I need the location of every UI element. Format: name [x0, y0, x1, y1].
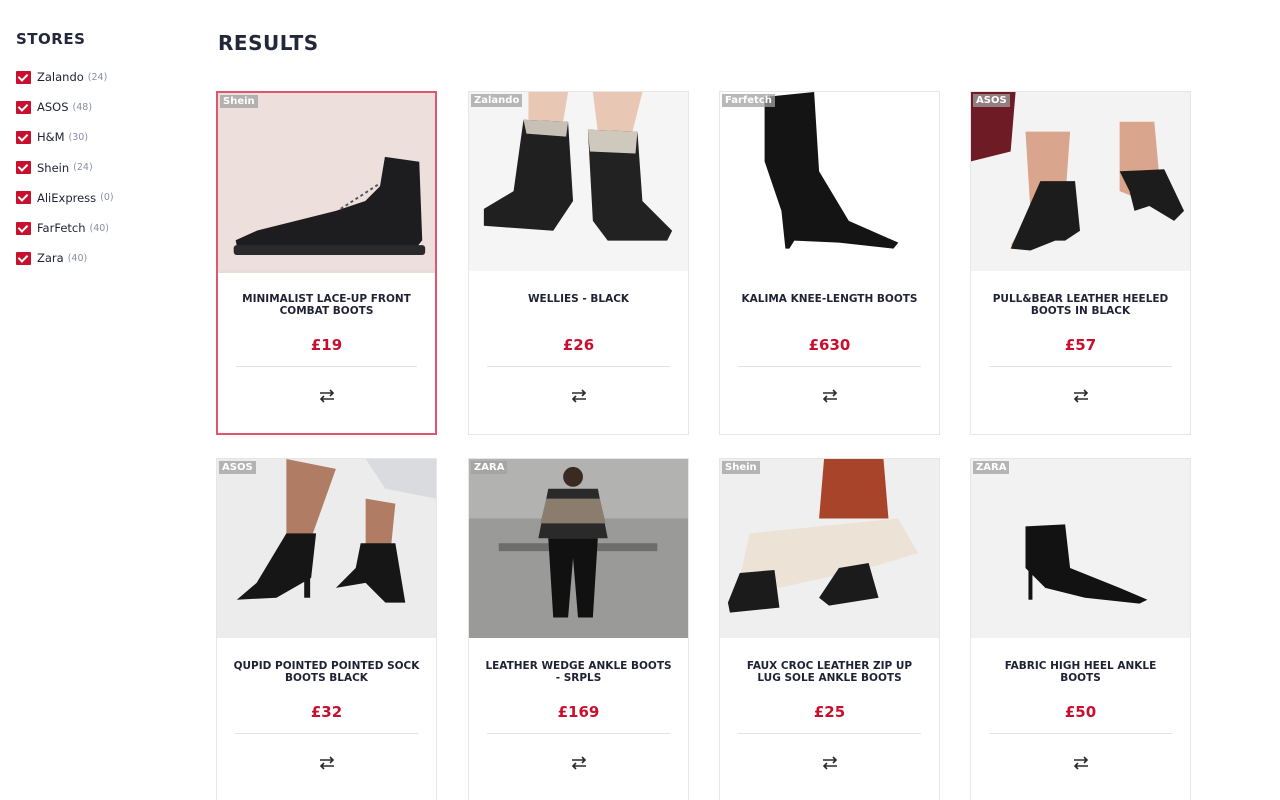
product-card[interactable]: Shein FAUX CROC LEATHER ZIP UP LUG SOLE … [719, 458, 940, 800]
store-count: (24) [87, 71, 108, 83]
product-image[interactable]: Farfetch [720, 92, 939, 273]
store-count: (40) [67, 252, 88, 264]
store-name: FarFetch [37, 221, 86, 236]
store-filter-shein[interactable]: Shein (24) [16, 153, 196, 183]
product-price: £50 [1064, 703, 1097, 721]
checkmark-icon[interactable] [16, 221, 31, 235]
store-filter-hm[interactable]: H&M (30) [16, 122, 196, 152]
card-divider [236, 366, 417, 367]
results-heading: RESULTS [218, 31, 319, 55]
store-name: H&M [37, 130, 65, 145]
compare-arrows-icon[interactable] [1072, 756, 1090, 770]
checkmark-icon[interactable] [16, 70, 31, 84]
store-badge: ASOS [219, 461, 256, 474]
sock-boot-image [217, 459, 436, 639]
product-price: £630 [808, 336, 851, 354]
product-price: £57 [1064, 336, 1097, 354]
checkmark-icon[interactable] [16, 130, 31, 144]
card-divider [235, 733, 418, 734]
store-name: Zalando [37, 70, 84, 85]
page: STORES Zalando (24) ASOS (48) H&M (30) S… [0, 0, 1280, 800]
store-badge: Zalando [471, 94, 523, 107]
compare-arrows-icon[interactable] [570, 389, 588, 403]
store-name: ASOS [37, 100, 69, 115]
checkmark-icon[interactable] [16, 161, 31, 175]
store-badge: Shein [722, 461, 760, 474]
product-image[interactable]: Shein [720, 459, 939, 640]
store-badge: ZARA [471, 461, 508, 474]
compare-arrows-icon[interactable] [821, 389, 839, 403]
compare-arrows-icon[interactable] [318, 389, 336, 403]
product-title[interactable]: FAUX CROC LEATHER ZIP UP LUG SOLE ANKLE … [734, 660, 925, 697]
store-filter-zalando[interactable]: Zalando (24) [16, 62, 196, 92]
wedge-boot-image [469, 459, 688, 639]
checkmark-icon[interactable] [16, 100, 31, 114]
checkmark-icon[interactable] [16, 251, 31, 265]
product-card[interactable]: Shein MINIMALIST LACE-UP FRONT COMBAT BO… [216, 91, 437, 435]
compare-arrows-icon[interactable] [318, 756, 336, 770]
product-price: £169 [557, 703, 600, 721]
card-divider [738, 733, 921, 734]
product-card[interactable]: ASOS PULL&BEAR LEATHER HEELED BOOTS IN B… [970, 91, 1191, 435]
store-count: (40) [89, 222, 110, 234]
wellies-image [469, 92, 688, 272]
store-name: Zara [37, 251, 64, 266]
fabric-heel-boot-image [971, 459, 1190, 639]
store-count: (24) [73, 162, 93, 174]
store-filter-zara[interactable]: Zara (40) [16, 243, 196, 273]
product-image[interactable]: ZARA [971, 459, 1190, 640]
store-badge: Farfetch [722, 94, 775, 107]
product-title[interactable]: WELLIES - BLACK [483, 293, 674, 330]
stores-heading: STORES [16, 30, 86, 48]
product-image[interactable]: ASOS [971, 92, 1190, 273]
compare-arrows-icon[interactable] [570, 756, 588, 770]
store-badge: Shein [220, 95, 258, 108]
product-title[interactable]: KALIMA KNEE-LENGTH BOOTS [734, 293, 925, 330]
store-count: (0) [100, 192, 114, 204]
product-image[interactable]: Shein [218, 93, 435, 273]
store-filter-aliexpress[interactable]: AliExpress (0) [16, 183, 196, 213]
product-price: £26 [562, 336, 595, 354]
checkmark-icon[interactable] [16, 191, 31, 205]
product-card[interactable]: ASOS QUPID POINTED POINTED SOCK BOOTS BL… [216, 458, 437, 800]
product-card[interactable]: Zalando WELLIES - BLACK £26 [468, 91, 689, 435]
store-count: (48) [72, 101, 93, 113]
knee-boot-image [720, 92, 939, 272]
product-title[interactable]: QUPID POINTED POINTED SOCK BOOTS BLACK [231, 660, 422, 697]
product-title[interactable]: FABRIC HIGH HEEL ANKLE BOOTS [985, 660, 1176, 697]
product-image[interactable]: ZARA [469, 459, 688, 640]
heeled-boot-image [971, 92, 1190, 272]
card-divider [738, 366, 921, 367]
product-card[interactable]: Farfetch KALIMA KNEE-LENGTH BOOTS £630 [719, 91, 940, 435]
combat-boot-image [218, 93, 435, 270]
stores-sidebar: STORES Zalando (24) ASOS (48) H&M (30) S… [16, 30, 196, 273]
product-card[interactable]: ZARA FABRIC HIGH HEEL ANKLE BOOTS £50 [970, 458, 1191, 800]
product-title[interactable]: LEATHER WEDGE ANKLE BOOTS - SRPLS [483, 660, 674, 697]
product-price: £19 [310, 336, 343, 354]
store-filter-asos[interactable]: ASOS (48) [16, 92, 196, 122]
card-divider [487, 733, 670, 734]
store-filter-list: Zalando (24) ASOS (48) H&M (30) Shein (2… [16, 62, 196, 273]
store-name: Shein [37, 160, 70, 175]
croc-ankle-boot-image [720, 459, 939, 639]
card-divider [487, 366, 670, 367]
product-card[interactable]: ZARA LEATHER WEDGE ANKLE BOOTS - SRPLS £… [468, 458, 689, 800]
product-image[interactable]: Zalando [469, 92, 688, 273]
store-badge: ASOS [973, 94, 1010, 107]
store-count: (30) [68, 131, 89, 143]
compare-arrows-icon[interactable] [1072, 389, 1090, 403]
card-divider [989, 733, 1172, 734]
product-price: £25 [813, 703, 846, 721]
compare-arrows-icon[interactable] [821, 756, 839, 770]
product-title[interactable]: MINIMALIST LACE-UP FRONT COMBAT BOOTS [232, 293, 421, 330]
store-filter-farfetch[interactable]: FarFetch (40) [16, 213, 196, 243]
product-price: £32 [310, 703, 343, 721]
card-divider [989, 366, 1172, 367]
store-badge: ZARA [973, 461, 1010, 474]
store-name: AliExpress [37, 190, 97, 205]
product-title[interactable]: PULL&BEAR LEATHER HEELED BOOTS IN BLACK [985, 293, 1176, 330]
product-image[interactable]: ASOS [217, 459, 436, 640]
